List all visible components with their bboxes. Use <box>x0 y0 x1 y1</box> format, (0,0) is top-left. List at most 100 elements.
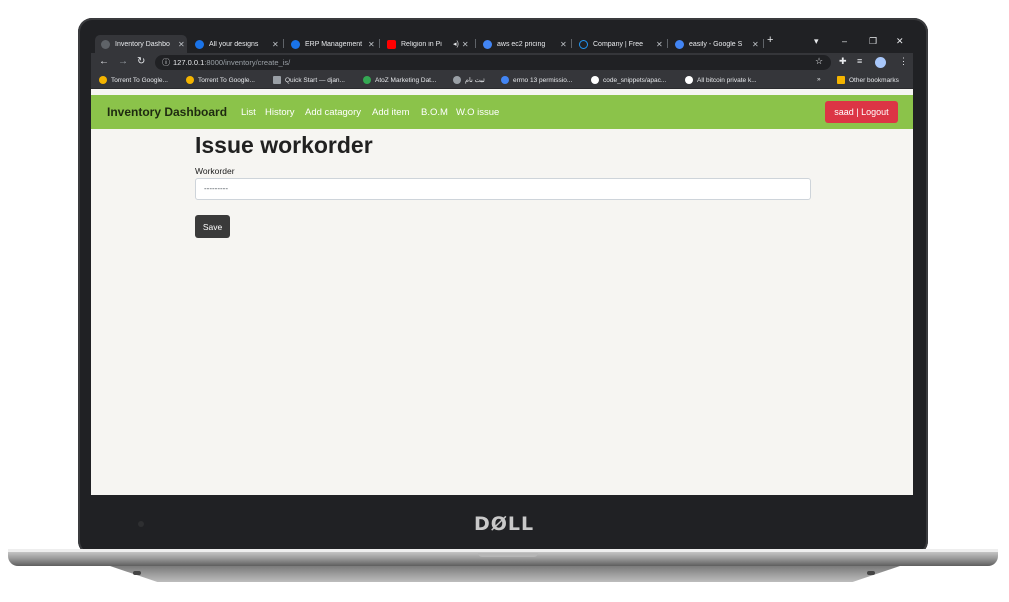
close-icon[interactable]: ✕ <box>656 40 663 49</box>
brand-link[interactable]: Inventory Dashboard <box>107 105 227 119</box>
url-path: :8000/inventory/create_is/ <box>204 58 291 67</box>
dell-logo: DØLL <box>474 513 535 535</box>
laptop-foot-right <box>867 571 875 575</box>
save-button[interactable]: Save <box>195 215 230 238</box>
nav-list[interactable]: List <box>241 107 256 118</box>
bookmark-item[interactable]: All bitcoin private k... <box>685 76 757 84</box>
webcam <box>138 521 144 527</box>
nav-history[interactable]: History <box>265 107 295 118</box>
tab-title: Religion in Pi <box>401 40 442 48</box>
tab-company[interactable]: Company | Free ✕ <box>573 35 665 53</box>
bookmark-item[interactable]: Quick Start — djan... <box>273 76 345 84</box>
tab-separator <box>283 39 284 48</box>
tab-title: Inventory Dashbo <box>115 40 170 48</box>
tab-strip: Inventory Dashbo ✕ All your designs ✕ ER… <box>91 33 913 53</box>
profile-avatar[interactable] <box>875 57 886 68</box>
other-bookmarks-label: Other bookmarks <box>849 76 899 84</box>
bookmark-favicon-icon <box>501 76 509 84</box>
youtube-icon <box>387 39 396 49</box>
nav-bom[interactable]: B.O.M <box>421 107 448 118</box>
bookmark-label: Torrent To Google... <box>198 76 255 84</box>
tab-title: easily - Google S <box>689 40 743 48</box>
bookmark-item[interactable]: code_snippets/apac... <box>591 76 666 84</box>
tab-easily-google[interactable]: easily - Google S ✕ <box>669 35 761 53</box>
close-icon[interactable]: ✕ <box>560 40 567 49</box>
bookmark-label: Quick Start — djan... <box>285 76 345 84</box>
browser-toolbar: ← → ↻ ⓘ 127.0.0.1:8000/inventory/create_… <box>91 53 913 72</box>
tab-separator <box>763 39 764 48</box>
tab-title: ERP Management <box>305 40 363 48</box>
globe-icon <box>685 76 693 84</box>
canva-icon <box>291 39 300 49</box>
media-control-icon[interactable]: ≡ <box>857 56 862 66</box>
bookmark-favicon-icon <box>453 76 461 84</box>
info-icon[interactable]: ⓘ <box>162 57 170 68</box>
tab-search-icon[interactable]: ▾ <box>814 36 819 47</box>
close-icon[interactable]: ✕ <box>178 40 185 49</box>
window-close-icon[interactable]: ✕ <box>896 36 904 47</box>
workorder-select[interactable]: --------- <box>195 178 811 200</box>
back-arrow-icon[interactable]: ← <box>99 56 109 67</box>
github-icon <box>591 76 599 84</box>
app-navbar: Inventory Dashboard List History Add cat… <box>91 95 913 129</box>
tab-separator <box>571 39 572 48</box>
bookmark-label: ثبت نام <box>465 77 485 84</box>
tab-all-your-designs[interactable]: All your designs ✕ <box>189 35 281 53</box>
browser-window: Inventory Dashbo ✕ All your designs ✕ ER… <box>91 33 913 495</box>
forward-arrow-icon[interactable]: → <box>118 56 128 67</box>
bookmark-label: All bitcoin private k... <box>697 76 757 84</box>
page-title: Issue workorder <box>195 132 373 158</box>
menu-dots-icon[interactable]: ⋮ <box>899 56 908 67</box>
bookmark-item[interactable]: Torrent To Google... <box>99 76 168 84</box>
close-icon[interactable]: ✕ <box>272 40 279 49</box>
bookmark-favicon-icon <box>99 76 107 84</box>
tab-title: All your designs <box>209 40 259 48</box>
google-icon <box>675 39 684 49</box>
other-bookmarks[interactable]: Other bookmarks <box>837 76 899 84</box>
nav-add-category[interactable]: Add catagory <box>305 107 361 118</box>
star-icon[interactable]: ☆ <box>815 56 823 67</box>
tab-title: aws ec2 pricing <box>497 40 546 48</box>
bookmark-favicon-icon <box>273 76 281 84</box>
bookmark-label: code_snippets/apac... <box>603 76 667 84</box>
nav-add-item[interactable]: Add item <box>372 107 410 118</box>
tab-aws-ec2[interactable]: aws ec2 pricing ✕ <box>477 35 569 53</box>
close-icon[interactable]: ✕ <box>752 40 759 49</box>
close-icon[interactable]: ✕ <box>462 40 469 49</box>
new-tab-button[interactable]: + <box>767 34 773 46</box>
bookmark-item[interactable]: Torrent To Google... <box>186 76 255 84</box>
tab-religion[interactable]: Religion in Pi ◂) ✕ <box>381 35 473 53</box>
bookmark-label: Torrent To Google... <box>111 76 168 84</box>
nav-wo-issue[interactable]: W.O issue <box>456 107 499 118</box>
tab-separator <box>475 39 476 48</box>
folder-icon <box>837 76 845 84</box>
globe-icon <box>101 39 110 49</box>
audio-icon[interactable]: ◂) <box>453 40 459 48</box>
tab-title: Company | Free <box>593 40 644 48</box>
laptop-mockup: DØLL Inventory Dashbo ✕ All your designs… <box>0 0 1009 602</box>
laptop-notch <box>478 553 538 557</box>
logout-button[interactable]: saad | Logout <box>825 101 898 123</box>
bookmark-item[interactable]: AtoZ Marketing Dat... <box>363 76 436 84</box>
url-text[interactable]: 127.0.0.1:8000/inventory/create_is/ <box>173 58 290 67</box>
tab-erp-management[interactable]: ERP Management ✕ <box>285 35 377 53</box>
bookmarks-overflow-button[interactable]: » <box>817 76 821 83</box>
tab-separator <box>379 39 380 48</box>
bookmark-item[interactable]: errno 13 permissio... <box>501 76 572 84</box>
bookmarks-bar: Torrent To Google... Torrent To Google..… <box>91 72 913 89</box>
restore-icon[interactable]: ❐ <box>869 36 877 47</box>
minimize-icon[interactable]: – <box>842 36 847 46</box>
bookmark-favicon-icon <box>363 76 371 84</box>
tab-inventory-dashboard[interactable]: Inventory Dashbo ✕ <box>95 35 187 53</box>
extensions-icon[interactable]: ✚ <box>839 56 847 67</box>
bookmark-item[interactable]: ثبت نام <box>453 76 485 84</box>
tab-separator <box>667 39 668 48</box>
reload-icon[interactable]: ↻ <box>137 56 145 67</box>
bookmark-label: errno 13 permissio... <box>513 76 573 84</box>
close-icon[interactable]: ✕ <box>368 40 375 49</box>
bookmark-favicon-icon <box>186 76 194 84</box>
url-host: 127.0.0.1 <box>173 58 205 67</box>
canva-icon <box>195 39 204 49</box>
google-icon <box>483 39 492 49</box>
laptop-foot <box>110 566 900 582</box>
